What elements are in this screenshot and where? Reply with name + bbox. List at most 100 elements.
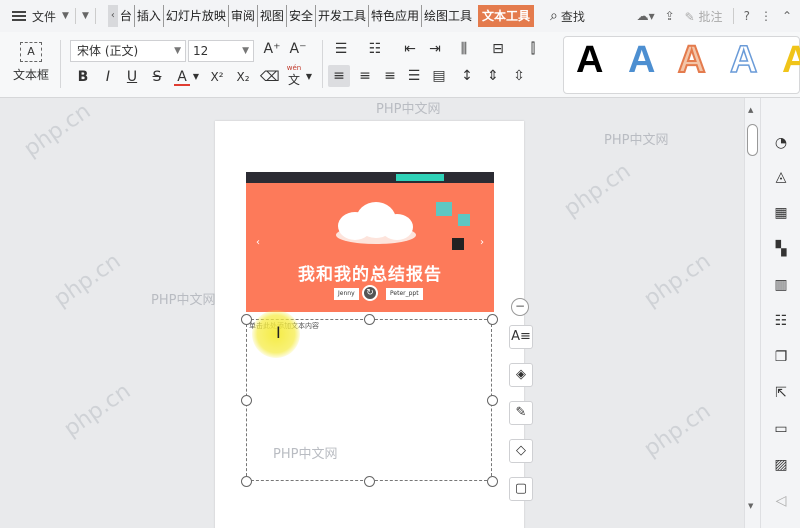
ribbon-tabs: ‹ 台 插入 幻灯片放映 审阅 视图 安全 开发工具 特色应用 绘图工具 文本工…	[107, 5, 535, 27]
tab-insert[interactable]: 插入	[135, 5, 164, 27]
resize-handle[interactable]	[364, 476, 375, 487]
resize-handle[interactable]	[241, 476, 252, 487]
style-orange-outline[interactable]: A	[677, 38, 706, 82]
style-black[interactable]: A	[576, 39, 603, 82]
text-direction-icon[interactable]: ⫼	[453, 38, 475, 60]
text-format-icon[interactable]: A≡	[509, 325, 533, 349]
scroll-up-icon[interactable]: ▲	[748, 106, 753, 114]
rotate-handle-icon[interactable]: ↻	[362, 285, 378, 301]
tab-drawing-tools[interactable]: 绘图工具	[422, 5, 474, 27]
align-text-icon[interactable]: ⊟	[487, 38, 509, 60]
align-center-icon[interactable]: ≡	[354, 65, 376, 87]
scroll-thumb[interactable]	[747, 124, 758, 156]
tab-review[interactable]: 审阅	[229, 5, 258, 27]
audio-icon[interactable]: ◁	[772, 492, 790, 510]
underline-button[interactable]: U	[124, 66, 140, 88]
italic-button[interactable]: I	[100, 66, 116, 88]
cloud-sync-icon[interactable]: ☁▾	[637, 9, 655, 23]
textbox-icon: A	[20, 42, 42, 62]
smart-art-icon[interactable]: ⫿	[522, 38, 544, 60]
tab-text-tools[interactable]: 文本工具	[478, 5, 535, 27]
border-icon[interactable]: ▢	[509, 477, 533, 501]
quick-access-chevron-icon[interactable]: ▼	[82, 11, 89, 21]
tab-security[interactable]: 安全	[287, 5, 316, 27]
strikethrough-button[interactable]: S	[149, 66, 165, 88]
subscript-button[interactable]: X₂	[232, 66, 254, 88]
tab-view[interactable]: 视图	[258, 5, 287, 27]
slide-prev-icon: ‹	[256, 237, 260, 248]
comment-label: 批注	[698, 9, 723, 24]
help-icon[interactable]: ?	[744, 9, 750, 23]
increase-indent-icon[interactable]: ⇥	[425, 38, 445, 60]
archive-icon[interactable]: ▭	[772, 420, 790, 438]
decrease-indent-icon[interactable]: ⇤	[400, 38, 420, 60]
slide-button-left: Jenny	[334, 288, 359, 300]
tab-developer[interactable]: 开发工具	[316, 5, 369, 27]
tab-features[interactable]: 特色应用	[369, 5, 422, 27]
style-icon[interactable]: ◬	[772, 168, 790, 186]
chart-icon[interactable]: ▥	[772, 276, 790, 294]
layers-icon[interactable]: ◈	[509, 363, 533, 387]
document-area[interactable]: php.cn php.cn php.cn php.cn php.cn php.c…	[0, 98, 744, 528]
shapes-icon[interactable]: ◔	[772, 134, 790, 152]
justify-icon[interactable]: ☰	[403, 65, 425, 87]
scroll-down-icon[interactable]: ▼	[748, 502, 753, 510]
style-yellow[interactable]: A	[782, 39, 800, 82]
resize-handle[interactable]	[241, 395, 252, 406]
menu-bar: 文件 ▼ ▼ ‹ 台 插入 幻灯片放映 审阅 视图 安全 开发工具 特色应用 绘图…	[0, 0, 800, 32]
chevron-down-icon[interactable]: ▼	[305, 66, 313, 88]
share-icon[interactable]: ⇪	[665, 9, 675, 23]
divider	[94, 8, 96, 24]
collapse-toolbar-icon[interactable]: −	[511, 298, 529, 316]
textbox-button[interactable]: A 文本框	[6, 36, 56, 92]
font-name-select[interactable]: 宋体 (正文) ▼	[70, 40, 186, 62]
vertical-scrollbar[interactable]: ▲ ▼	[744, 98, 760, 528]
textbox-label: 文本框	[12, 68, 49, 82]
pen-icon[interactable]: ✎	[509, 401, 533, 425]
comment-button[interactable]: ✎ 批注	[685, 8, 723, 25]
resize-handle[interactable]	[241, 314, 252, 325]
style-blue-outline[interactable]: A	[729, 38, 758, 82]
menu-icon[interactable]	[12, 11, 26, 21]
image-icon[interactable]: ▨	[772, 456, 790, 474]
resize-handle[interactable]	[487, 476, 498, 487]
fill-icon[interactable]: ◇	[509, 439, 533, 463]
align-right-icon[interactable]: ≡	[379, 65, 401, 87]
settings-sliders-icon[interactable]: ☷	[772, 312, 790, 330]
search-button[interactable]: ⌕ 查找	[550, 4, 585, 28]
numbered-list-icon[interactable]: ☷	[364, 38, 386, 60]
phonetic-guide-button[interactable]: wén 文	[284, 62, 304, 88]
more-icon[interactable]: ⋮	[760, 9, 772, 23]
export-icon[interactable]: ⇱	[772, 384, 790, 402]
watermark: PHP中文网	[604, 133, 669, 148]
slide-tile-icon	[458, 214, 470, 226]
resize-handle[interactable]	[487, 314, 498, 325]
bold-button[interactable]: B	[75, 66, 91, 88]
collapse-ribbon-icon[interactable]: ⌃	[782, 9, 792, 23]
tab-slideshow[interactable]: 幻灯片放映	[164, 5, 229, 27]
title-right-tools: ☁▾ ⇪ ✎ 批注 ? ⋮ ⌃	[637, 0, 792, 32]
tab-scroll-left-icon[interactable]: ‹	[107, 5, 118, 27]
table-icon[interactable]: ▦	[772, 204, 790, 222]
file-menu[interactable]: 文件 ▼	[32, 4, 69, 28]
resize-handle[interactable]	[364, 314, 375, 325]
grid-icon[interactable]: ▚	[772, 240, 790, 258]
line-spacing-icon[interactable]: ↕	[456, 65, 478, 87]
distribute-icon[interactable]: ▤	[428, 65, 450, 87]
tab-home[interactable]: 台	[118, 5, 135, 27]
align-left-icon[interactable]: ≡	[328, 65, 350, 87]
bullet-list-icon[interactable]: ☰	[330, 38, 352, 60]
paragraph-spacing-icon[interactable]: ⇕	[482, 65, 504, 87]
copy-icon[interactable]: ❐	[772, 348, 790, 366]
superscript-button[interactable]: X²	[206, 66, 228, 88]
font-color-button[interactable]: A	[174, 66, 190, 86]
shrink-font-button[interactable]: A⁻	[288, 38, 308, 60]
chevron-down-icon[interactable]: ▼	[192, 66, 200, 88]
grow-font-button[interactable]: A⁺	[262, 38, 282, 60]
clear-format-icon[interactable]: ⌫	[260, 66, 280, 88]
font-size-select[interactable]: 12 ▼	[188, 40, 254, 62]
resize-handle[interactable]	[487, 395, 498, 406]
watermark: php.cn	[19, 98, 96, 163]
style-blue[interactable]: A	[628, 39, 655, 82]
paragraph-settings-icon[interactable]: ⇳	[508, 65, 530, 87]
